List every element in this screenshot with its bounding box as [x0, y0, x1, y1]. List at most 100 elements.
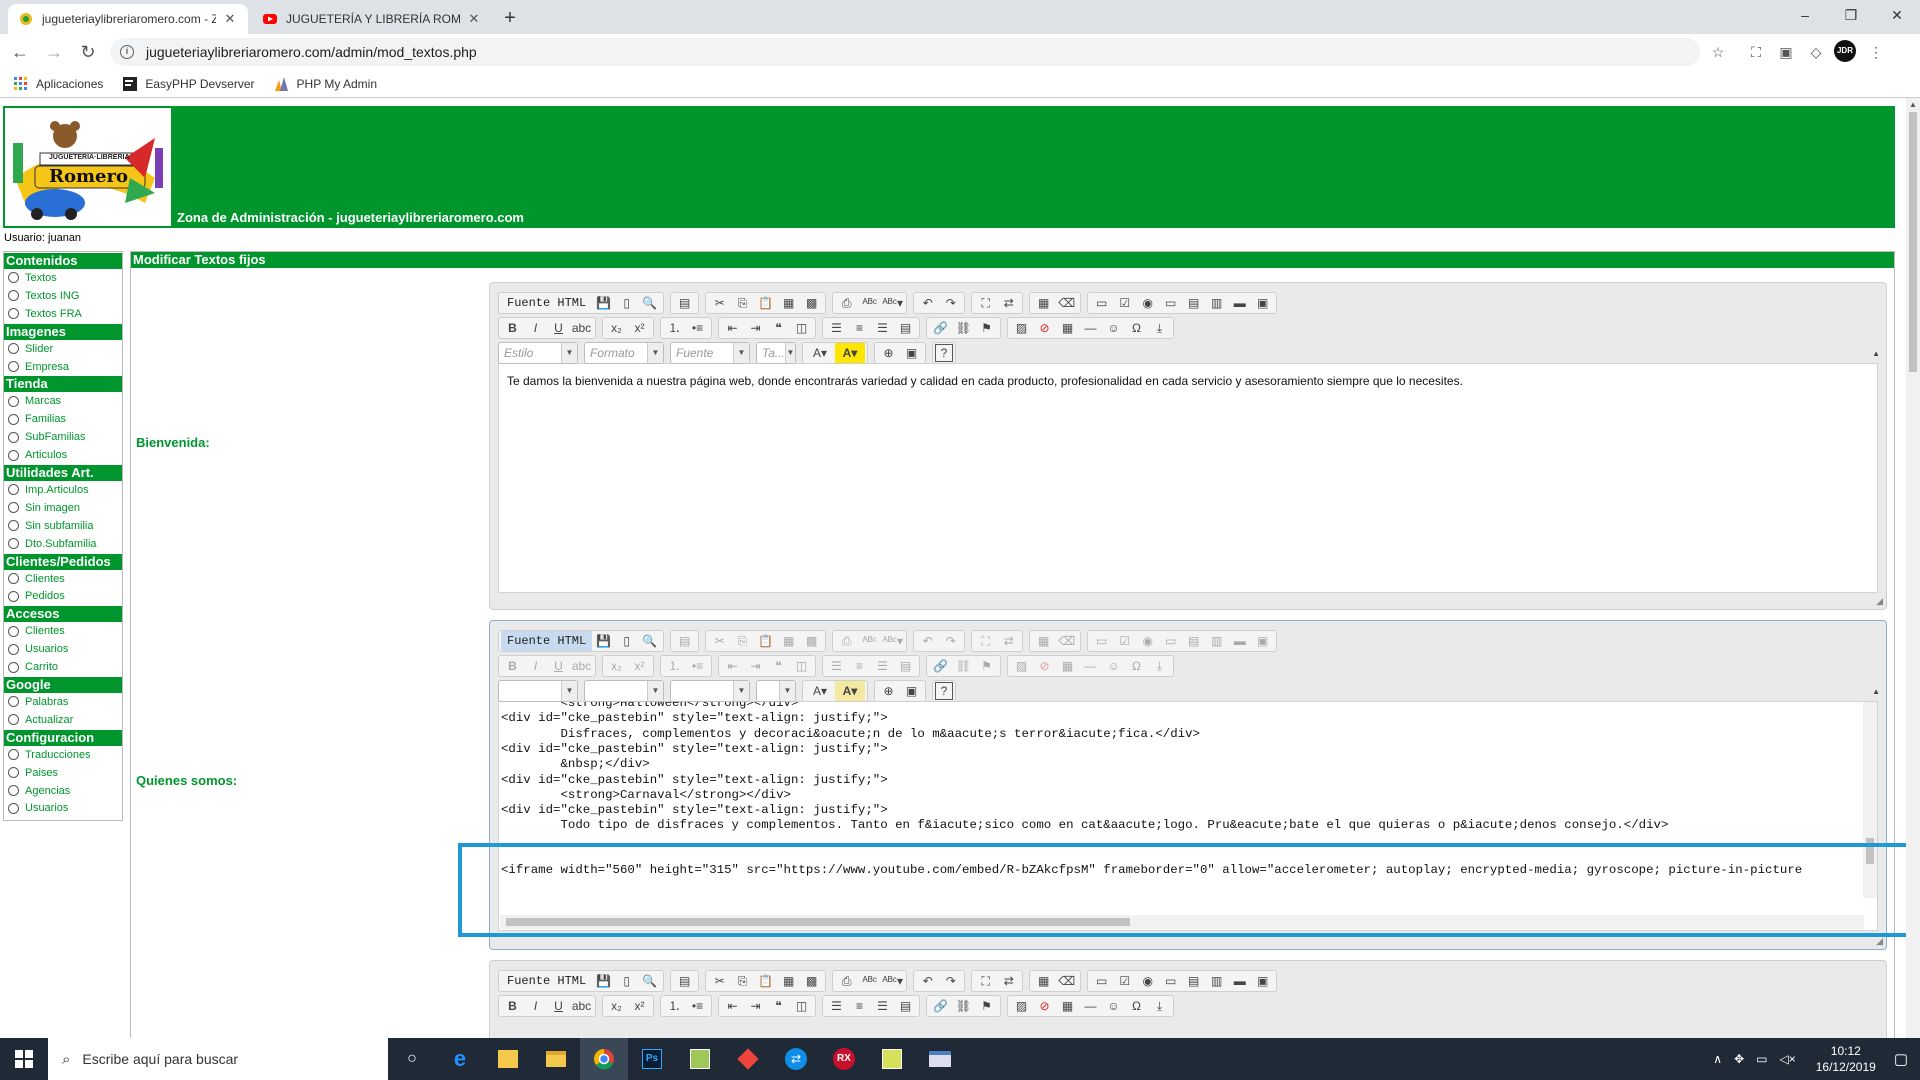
textarea-icon[interactable]: ▤	[1182, 293, 1205, 313]
radio-icon[interactable]	[8, 590, 19, 602]
edge-icon[interactable]: e	[436, 1038, 484, 1080]
notifications-icon[interactable]: ▢	[1894, 1050, 1908, 1068]
radio-icon[interactable]	[8, 802, 19, 814]
unlink-icon[interactable]: ⛓	[952, 996, 975, 1016]
image-icon[interactable]: ▨	[1010, 318, 1033, 338]
subscript-icon[interactable]: x₂	[605, 318, 628, 338]
sidebar-item[interactable]: Clientes	[4, 622, 122, 640]
copy-icon[interactable]: ⎘	[731, 971, 754, 991]
paste-word-icon[interactable]: ▩	[800, 293, 823, 313]
bold-icon[interactable]: B	[501, 656, 524, 676]
source-code-line[interactable]: Todo tipo de disfraces y complementos. T…	[501, 818, 1668, 832]
radio-icon[interactable]: ◉	[1136, 971, 1159, 991]
windows-start-button[interactable]	[0, 1038, 48, 1080]
align-center-icon[interactable]: ≡	[848, 656, 871, 676]
blockquote-icon[interactable]: ❝	[767, 996, 790, 1016]
sidebar-item[interactable]: Paises	[4, 764, 122, 782]
templates-icon[interactable]: ▤	[673, 293, 696, 313]
sidebar-item[interactable]: Palabras	[4, 693, 122, 711]
horizontal-rule-icon[interactable]: ―	[1079, 996, 1102, 1016]
sidebar-item[interactable]: Articulos	[4, 446, 122, 464]
size-dropdown[interactable]: Ta... ▼	[756, 342, 796, 364]
collapse-toolbar-icon[interactable]: ▲	[1872, 687, 1880, 696]
profile-avatar[interactable]: JDR	[1834, 40, 1858, 64]
save-icon[interactable]: 💾	[592, 293, 615, 313]
style-dropdown[interactable]: ▼	[498, 680, 578, 702]
create-div-icon[interactable]: ◫	[790, 656, 813, 676]
checkbox-icon[interactable]: ☑	[1113, 631, 1136, 651]
align-center-icon[interactable]: ≡	[848, 996, 871, 1016]
indent-icon[interactable]: ⇥	[744, 996, 767, 1016]
italic-icon[interactable]: I	[524, 318, 547, 338]
checkbox-icon[interactable]: ☑	[1113, 971, 1136, 991]
image-button-icon[interactable]: ▣	[1251, 293, 1274, 313]
radio-icon[interactable]	[8, 661, 19, 673]
notepad-icon[interactable]	[676, 1038, 724, 1080]
source-code-line[interactable]: &nbsp;</div>	[501, 757, 649, 771]
format-dropdown[interactable]: ▼	[584, 680, 664, 702]
extension-icon[interactable]: ▣	[1774, 40, 1798, 64]
image-icon[interactable]: ▨	[1010, 996, 1033, 1016]
spellcheck-icon[interactable]: ᴬᴮᶜ	[858, 293, 881, 313]
templates-icon[interactable]: ▤	[673, 631, 696, 651]
sidebar-item[interactable]: Familias	[4, 410, 122, 428]
print-icon[interactable]: ⎙	[835, 293, 858, 313]
outdent-icon[interactable]: ⇤	[721, 318, 744, 338]
browser-tab-youtube[interactable]: JUGUETERÍA Y LIBRERÍA ROMERO ✕	[252, 4, 492, 34]
find-icon[interactable]: ⛶	[974, 293, 997, 313]
reload-icon[interactable]: ↻	[74, 38, 102, 66]
print-icon[interactable]: ⎙	[835, 971, 858, 991]
radio-icon[interactable]	[8, 395, 19, 407]
sidebar-item[interactable]: Actualizar	[4, 711, 122, 729]
sidebar-item[interactable]: Traducciones	[4, 746, 122, 764]
radio-icon[interactable]	[8, 625, 19, 637]
undo-icon[interactable]: ↶	[916, 971, 939, 991]
chrome-icon[interactable]	[580, 1038, 628, 1080]
radio-icon[interactable]	[8, 272, 19, 284]
sidebar-item[interactable]: Empresa	[4, 358, 122, 376]
sidebar-item[interactable]: Usuarios	[4, 799, 122, 817]
strike-icon[interactable]: abc	[570, 318, 593, 338]
page-vertical-scrollbar[interactable]: ▲	[1906, 98, 1920, 1038]
close-tab-icon[interactable]: ✕	[222, 11, 238, 27]
tag-extension-icon[interactable]: ◇	[1804, 40, 1828, 64]
teamviewer-icon[interactable]: ⇄	[772, 1038, 820, 1080]
resize-handle-icon[interactable]: ◢	[1876, 936, 1883, 947]
textfield-icon[interactable]: ▭	[1159, 971, 1182, 991]
avatar[interactable]: JDR	[1834, 40, 1856, 62]
volume-icon[interactable]: ◁×	[1780, 1052, 1796, 1066]
font-dropdown[interactable]: ▼	[670, 680, 750, 702]
textfield-icon[interactable]: ▭	[1159, 293, 1182, 313]
browser-tab-admin[interactable]: jugueteriaylibreriaromero.com - Z ✕	[8, 4, 248, 34]
justify-icon[interactable]: ▤	[894, 318, 917, 338]
table-icon[interactable]: ▦	[1056, 656, 1079, 676]
sidebar-item[interactable]: SubFamilias	[4, 428, 122, 446]
show-blocks-icon[interactable]: ▣	[900, 681, 923, 701]
underline-icon[interactable]: U	[547, 996, 570, 1016]
flash-icon[interactable]: ⊘	[1033, 996, 1056, 1016]
source-code-line[interactable]: Disfraces, complementos y decoraci&oacut…	[501, 727, 1199, 741]
scrollbar-thumb[interactable]	[1909, 112, 1917, 372]
save-icon[interactable]: 💾	[592, 971, 615, 991]
unlink-icon[interactable]: ⛓	[952, 656, 975, 676]
source-html-button[interactable]: Fuente HTML	[501, 293, 592, 313]
anchor-icon[interactable]: ⚑	[975, 656, 998, 676]
replace-icon[interactable]: ⇄	[997, 631, 1020, 651]
sidebar-item[interactable]: Textos	[4, 269, 122, 287]
create-div-icon[interactable]: ◫	[790, 996, 813, 1016]
spellcheck-menu-icon[interactable]: ᴬᴮᶜ▾	[881, 631, 904, 651]
maximize-icon[interactable]: ⊕	[877, 343, 900, 363]
new-page-icon[interactable]: ▯	[615, 293, 638, 313]
image-button-icon[interactable]: ▣	[1251, 971, 1274, 991]
copy-icon[interactable]: ⎘	[731, 631, 754, 651]
select-icon[interactable]: ▥	[1205, 293, 1228, 313]
radio-icon[interactable]	[8, 714, 19, 726]
about-help-icon[interactable]: ?	[935, 344, 953, 362]
sidebar-item[interactable]: Imp.Articulos	[4, 481, 122, 499]
style-dropdown[interactable]: Estilo ▼	[498, 342, 578, 364]
checkbox-icon[interactable]: ☑	[1113, 293, 1136, 313]
link-icon[interactable]: 🔗	[929, 656, 952, 676]
radio-icon[interactable]	[8, 785, 19, 797]
bold-icon[interactable]: B	[501, 318, 524, 338]
select-all-icon[interactable]: ▦	[1032, 631, 1055, 651]
